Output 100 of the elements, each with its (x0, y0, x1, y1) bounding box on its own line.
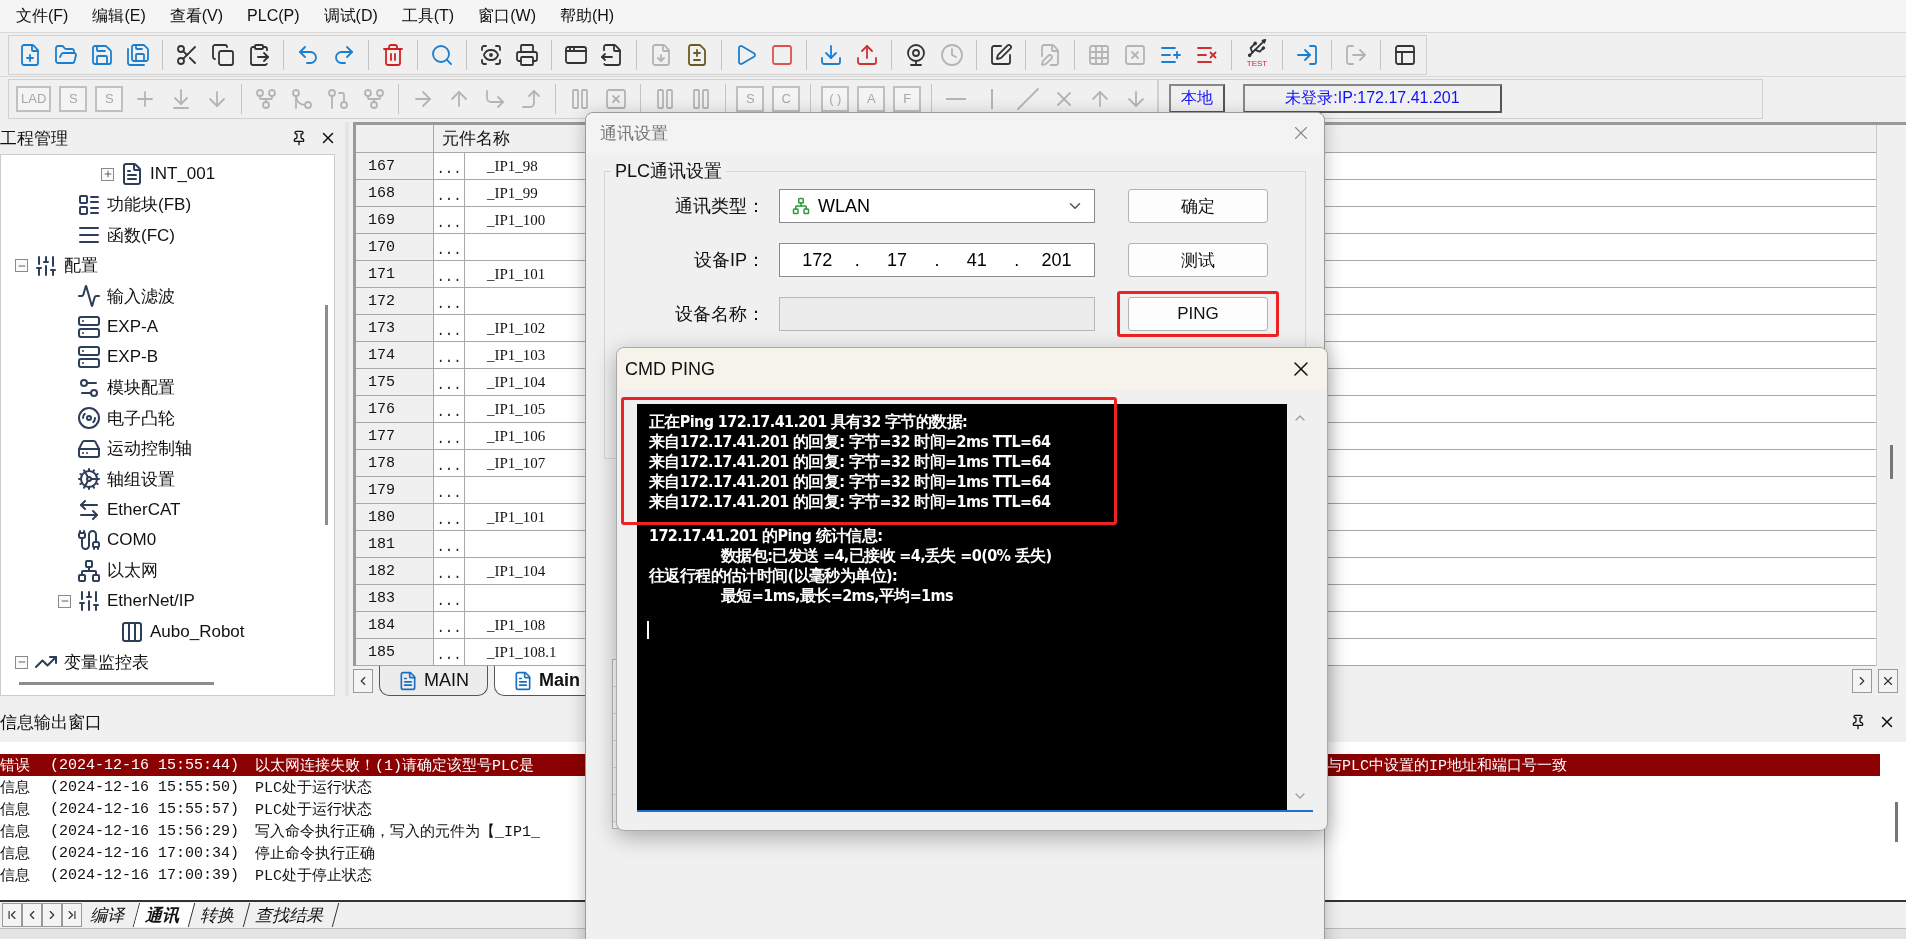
slash-icon (1016, 86, 1041, 111)
console-line: 正在Ping 172.17.41.201 具有32 字节的数据: (649, 412, 969, 432)
tree-item[interactable]: 输入滤波 (107, 284, 175, 308)
tree-item[interactable]: 模块配置 (107, 376, 175, 400)
tree-item[interactable]: EXP-B (107, 347, 159, 368)
scroll-right-button[interactable] (1852, 669, 1872, 693)
expand-toggle[interactable] (15, 655, 28, 669)
file-edit-icon (1038, 42, 1062, 67)
table-cell-text: _IP1_108.1 (486, 642, 558, 662)
tree-item[interactable]: INT_001 (150, 164, 216, 185)
log-type: 错误 (0, 756, 30, 775)
menu-item[interactable]: 帮助(H) (547, 1, 627, 31)
console-line: 来自172.17.41.201 的回复: 字节=32 时间=1ms TTL=64 (649, 492, 1052, 512)
close-button[interactable] (1878, 669, 1898, 693)
row-number: 175 (356, 369, 434, 395)
log-message: 写入命令执行正确，写入的元件为【_IP1_ (255, 822, 540, 841)
tree-item[interactable]: Aubo_Robot (150, 621, 245, 642)
menu-item[interactable]: 窗口(W) (466, 1, 548, 31)
file-compare-icon (685, 42, 709, 67)
document-icon (513, 670, 533, 691)
module-icon (77, 314, 101, 339)
table-cell-text: _IP1_103 (486, 345, 547, 365)
row-number: 181 (356, 531, 434, 557)
log-message: 以太网连接失败！(1)请确定该型号PLC是 (255, 756, 534, 775)
log-message: 停止命令执行正确 (255, 844, 375, 863)
menu-item[interactable]: 文件(F) (4, 1, 81, 31)
row-number: 178 (356, 450, 434, 476)
table-cell-text: _IP1_102 (486, 318, 547, 338)
table-cell-text: _IP1_104 (486, 561, 547, 581)
usb-icon (1246, 36, 1268, 59)
tree-item[interactable]: EtherNet/IP (107, 591, 195, 612)
log-time: (2024-12-16 15:55:50) (50, 778, 240, 796)
pin-button[interactable] (291, 130, 307, 146)
pin-icon (1850, 714, 1866, 730)
output-tab[interactable]: 查找结果 (243, 903, 340, 927)
output-tab[interactable]: 转换 (188, 903, 251, 927)
log-message: PLC处于停止状态 (255, 866, 372, 885)
table-cell-text: _IP1_99 (486, 183, 539, 203)
tree-item[interactable]: 以太网 (107, 559, 158, 583)
menu-item[interactable]: 工具(T) (389, 1, 467, 31)
tree-item[interactable]: EXP-A (107, 316, 159, 337)
row-number: 170 (356, 234, 434, 260)
mode-indicator: 本地 (1169, 84, 1226, 113)
scrollbar-thumb[interactable] (19, 682, 214, 685)
scroll-left-button[interactable] (353, 669, 373, 693)
login-icon (1295, 42, 1319, 67)
tree-item[interactable]: 运动控制轴 (107, 437, 192, 461)
save-icon (90, 42, 114, 67)
first-button[interactable] (2, 903, 22, 927)
row-number: 171 (356, 261, 434, 287)
branch-icon (362, 86, 387, 111)
log-time: (2024-12-16 17:00:34) (50, 844, 240, 862)
table-cell-text: _IP1_101 (486, 264, 547, 284)
menu-item[interactable]: PLC(P) (235, 3, 312, 29)
tree-item[interactable]: 配置 (64, 254, 98, 278)
row-number: 167 (356, 153, 434, 179)
scrollbar-thumb[interactable] (1895, 802, 1898, 842)
last-button[interactable] (62, 903, 82, 927)
table-cell-text: _IP1_100 (486, 210, 547, 230)
pin-icon (291, 130, 307, 146)
tree-item[interactable]: 轴组设置 (107, 467, 175, 491)
menu-item[interactable]: 调试(D) (311, 1, 390, 31)
previous-button[interactable] (22, 903, 42, 927)
file-download-icon (649, 42, 673, 67)
last-icon (65, 908, 79, 922)
network-icon (77, 558, 101, 583)
dialog-button[interactable]: 测试 (1128, 243, 1268, 277)
expand-toggle[interactable] (15, 259, 28, 273)
type-dropdown[interactable]: WLAN (779, 189, 1095, 223)
menu-item[interactable]: 编辑(E) (80, 1, 158, 31)
tree-item[interactable]: EtherCAT (107, 499, 181, 520)
dialog-button[interactable]: 确定 (1128, 189, 1268, 223)
device-icon (120, 619, 144, 644)
next-button[interactable] (42, 903, 62, 927)
log-type: 信息 (0, 800, 30, 819)
tree-item[interactable]: 函数(FC) (107, 223, 175, 247)
row-number: 172 (356, 288, 434, 314)
expand-toggle[interactable] (58, 594, 71, 608)
ip-field[interactable]: 172 . 17 . 41 . 201 (779, 243, 1095, 277)
tree-item[interactable]: 变量监控表 (64, 650, 149, 674)
scrollbar-thumb[interactable] (325, 305, 328, 525)
pin-button[interactable] (1850, 714, 1866, 730)
log-time: (2024-12-16 15:55:44) (50, 756, 240, 774)
edit-icon (989, 42, 1013, 67)
file-export-icon (600, 42, 624, 67)
tree-item[interactable]: 电子凸轮 (107, 406, 175, 430)
scrollbar-thumb[interactable] (1890, 445, 1893, 479)
tree-item[interactable]: 功能块(FB) (107, 193, 192, 217)
grid-icon (1087, 42, 1111, 67)
tree-item[interactable]: COM0 (107, 530, 157, 551)
editor-tab[interactable]: MAIN (379, 666, 488, 696)
expand-toggle[interactable] (101, 167, 114, 181)
menu-item[interactable]: 查看(V) (157, 1, 236, 31)
output-tab[interactable]: 通讯 (133, 903, 196, 927)
document-icon (120, 162, 144, 187)
dialog-button[interactable]: PING (1128, 297, 1268, 331)
scissors-icon (175, 42, 199, 67)
paste-icon (247, 42, 271, 67)
panel-title: 工程管理 (0, 127, 69, 150)
test-button[interactable]: TEST (1239, 36, 1275, 73)
